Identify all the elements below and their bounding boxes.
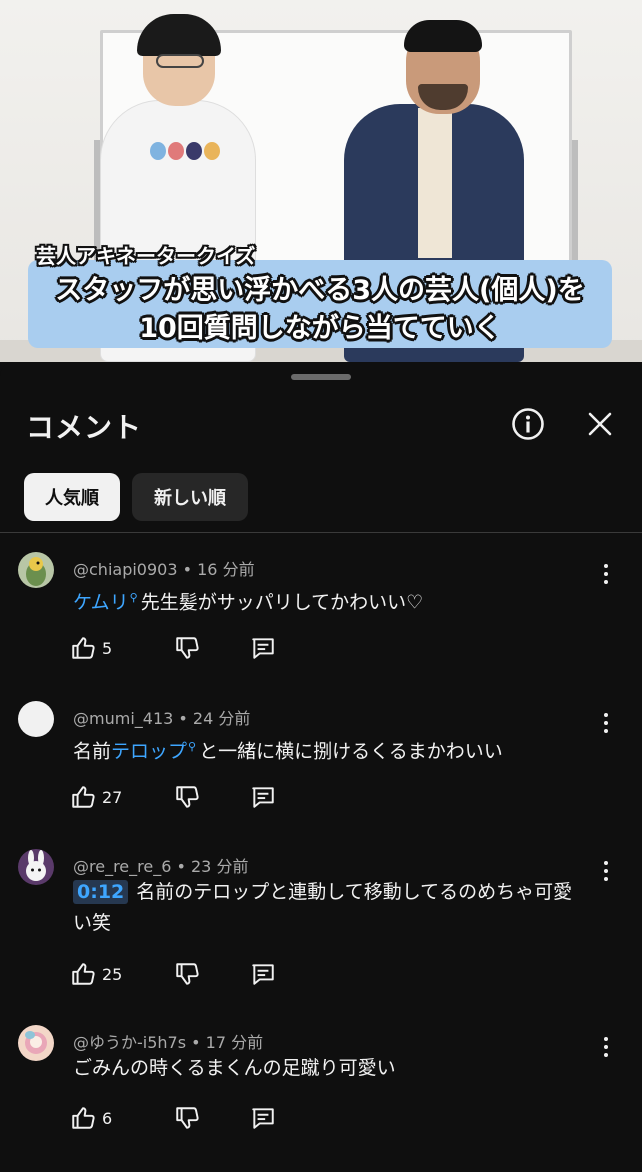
avatar-illustration-image [18, 1025, 54, 1061]
chip-newest-first[interactable]: 新しい順 [132, 473, 248, 521]
reply-icon [252, 964, 275, 985]
thumbs-up-icon [72, 786, 95, 808]
like-button[interactable]: 25 [70, 961, 122, 987]
comment-actions: 6 [70, 1104, 276, 1132]
avatar[interactable] [18, 701, 54, 737]
like-count: 6 [102, 1108, 113, 1128]
close-button[interactable] [580, 404, 620, 444]
video-player[interactable]: 芸人アキネータークイズ スタッフが思い浮かべる3人の芸人(個人)を 10回質問し… [0, 0, 642, 362]
comment-actions: 27 [70, 783, 276, 811]
dislike-button[interactable] [174, 961, 200, 987]
comment-actions: 25 [70, 960, 276, 988]
info-icon [512, 408, 544, 440]
avatar-rabbit-image [18, 849, 54, 885]
like-button[interactable]: 6 [70, 1105, 122, 1131]
thumbs-up-icon [72, 1107, 95, 1129]
comment-text: 名前テロップ⚲ と一緒に横に捌けるくるまかわいい [73, 731, 603, 767]
thumbs-up-icon [72, 637, 95, 659]
timestamp-link[interactable]: 0:12 [73, 880, 129, 904]
reply-icon [252, 787, 275, 808]
like-button[interactable]: 5 [70, 635, 122, 661]
caption-line-1: スタッフが思い浮かべる3人の芸人(個人)を [55, 275, 585, 306]
dislike-button[interactable] [174, 784, 200, 810]
reply-button[interactable] [250, 784, 276, 810]
sweatshirt-print [150, 142, 222, 164]
search-link[interactable]: テロップ [111, 740, 187, 762]
reply-icon [252, 638, 274, 659]
dislike-button[interactable] [174, 1105, 200, 1131]
thumbs-down-icon [176, 963, 199, 985]
reply-icon [252, 1108, 274, 1129]
avatar[interactable] [18, 552, 54, 588]
reply-button[interactable] [250, 1105, 276, 1131]
reply-button[interactable] [250, 635, 276, 661]
comment-text: 0:12 名前のテロップと連動して移動してるのめちゃ可愛 い笑 [73, 880, 573, 934]
sheet-title: コメント [26, 411, 143, 444]
thumbs-down-icon [176, 637, 199, 659]
thumbs-down-icon [176, 1107, 199, 1129]
divider [0, 532, 642, 533]
like-count: 5 [102, 638, 113, 658]
comments-sheet: コメント 人気順 新しい順 @chiapi0903 • 16 分前 ケムリ⚲ 先生… [0, 362, 642, 1172]
search-link[interactable]: ケムリ [73, 591, 129, 613]
avatar[interactable] [18, 849, 54, 885]
comment-meta: @ゆうか-i5h7s • 17 分前 [73, 1033, 264, 1052]
avatar[interactable] [18, 1025, 54, 1061]
reply-button[interactable] [250, 961, 276, 987]
like-button[interactable]: 27 [70, 784, 122, 810]
comment-meta: @mumi_413 • 24 分前 [73, 709, 251, 728]
close-icon [588, 412, 612, 436]
dislike-button[interactable] [174, 635, 200, 661]
avatar-bird-image [18, 552, 54, 588]
comment-meta: @chiapi0903 • 16 分前 [73, 560, 255, 579]
thumbs-up-icon [72, 963, 95, 985]
info-button[interactable] [508, 404, 548, 444]
comment-actions: 5 [70, 634, 276, 662]
search-icon: ⚲ [129, 591, 138, 604]
person-right-hair [404, 20, 482, 52]
comment-text: ごみんの時くるまくんの足蹴り可愛い [73, 1057, 396, 1079]
like-count: 25 [102, 964, 123, 984]
comment-meta: @re_re_re_6 • 23 分前 [73, 857, 249, 876]
comment-text: ケムリ⚲ 先生髪がサッパリしてかわいい♡ [73, 582, 603, 618]
search-icon: ⚲ [188, 740, 197, 753]
person-left-glasses [156, 54, 204, 68]
caption-line-2: 10回質問しながら当てていく [139, 313, 501, 344]
like-count: 27 [102, 787, 123, 807]
caption-small: 芸人アキネータークイズ [36, 244, 256, 268]
person-right-shirt [418, 108, 452, 258]
drag-handle[interactable] [291, 374, 351, 380]
thumbs-down-icon [176, 786, 199, 808]
chip-top-comments[interactable]: 人気順 [24, 473, 120, 521]
